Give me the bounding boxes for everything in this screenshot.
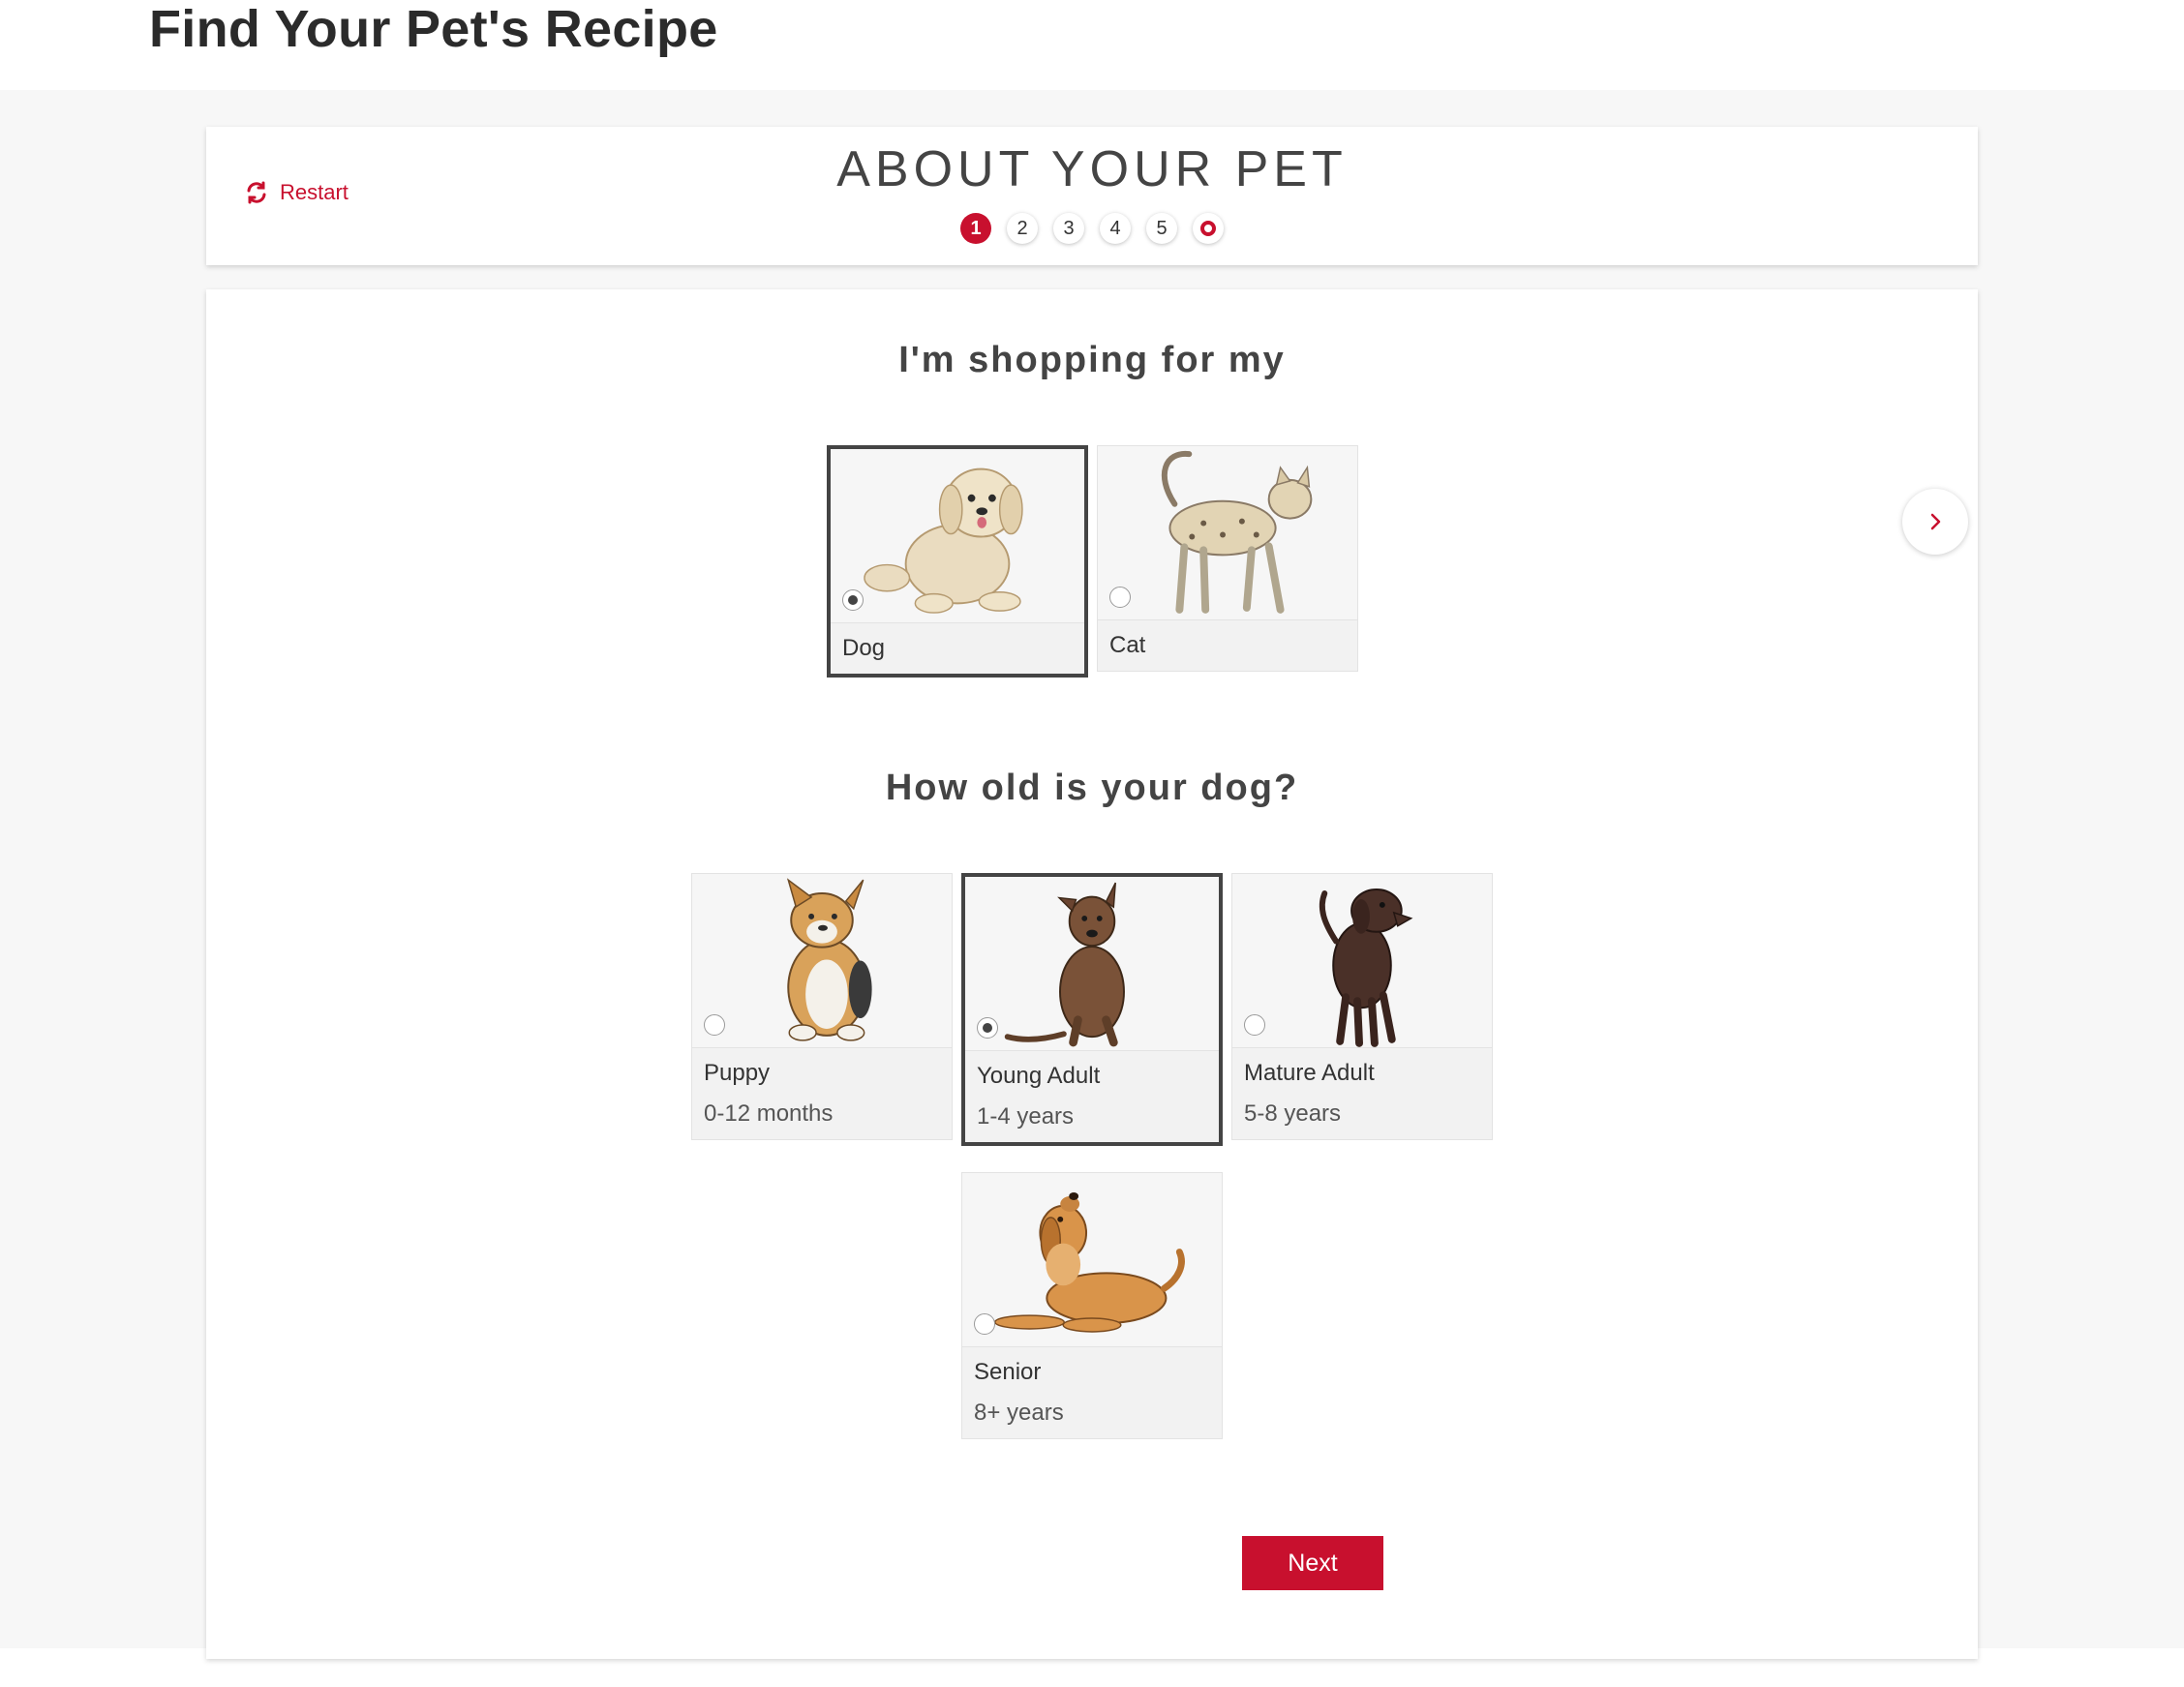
step-indicator: 1 2 3 4 5	[206, 213, 1978, 244]
age-option-puppy[interactable]: Puppy 0-12 months	[691, 873, 953, 1140]
step-1[interactable]: 1	[960, 213, 991, 244]
age-option-label: Mature Adult	[1244, 1060, 1375, 1086]
age-radio-puppy[interactable]	[704, 1014, 725, 1036]
mature-adult-illustration-icon	[1319, 889, 1413, 1047]
page-title: Find Your Pet's Recipe	[149, 0, 718, 58]
carousel-next-button[interactable]	[1902, 489, 1968, 555]
step-5[interactable]: 5	[1146, 213, 1177, 244]
next-button[interactable]: Next	[1242, 1536, 1383, 1590]
puppy-image	[692, 874, 952, 1048]
step-title: ABOUT YOUR PET	[836, 141, 1348, 197]
mature-adult-image	[1232, 874, 1492, 1048]
page-header: Find Your Pet's Recipe	[0, 0, 2184, 90]
pet-question-title: I'm shopping for my	[898, 340, 1286, 380]
age-option-label: Puppy	[704, 1060, 771, 1086]
age-option-label: Young Adult	[977, 1063, 1101, 1089]
age-question-title: How old is your dog?	[885, 768, 1299, 808]
senior-illustration-icon	[994, 1192, 1185, 1333]
age-option-range: 1-4 years	[977, 1103, 1075, 1130]
final-step-ring-icon	[1200, 221, 1216, 236]
young-adult-illustration-icon	[1004, 882, 1125, 1047]
chevron-right-icon	[1930, 513, 1941, 530]
puppy-illustration-icon	[786, 878, 872, 1041]
age-radio-senior[interactable]	[974, 1313, 995, 1335]
age-option-label: Senior	[974, 1359, 1042, 1385]
age-option-range: 8+ years	[974, 1400, 1064, 1426]
step-final[interactable]	[1193, 213, 1224, 244]
step-2[interactable]: 2	[1007, 213, 1038, 244]
age-option-young-adult[interactable]: Young Adult 1-4 years	[961, 873, 1223, 1146]
pet-option-label: Dog	[842, 635, 886, 661]
stepper-card: Restart ABOUT YOUR PET 1 2 3 4 5	[206, 127, 1978, 265]
pet-option-dog[interactable]: Dog	[827, 445, 1088, 678]
question-card: I'm shopping for my Dog Cat How old is y…	[206, 289, 1978, 1659]
age-option-senior[interactable]: Senior 8+ years	[961, 1172, 1223, 1439]
pet-radio-dog[interactable]	[842, 589, 864, 611]
pet-option-label: Cat	[1109, 632, 1146, 658]
dog-illustration-icon	[864, 467, 1023, 614]
cat-image	[1098, 446, 1357, 620]
age-option-range: 0-12 months	[704, 1100, 834, 1127]
young-adult-image	[965, 877, 1219, 1051]
senior-image	[962, 1173, 1222, 1347]
dog-image	[831, 449, 1084, 623]
pet-option-cat[interactable]: Cat	[1097, 445, 1358, 672]
step-4[interactable]: 4	[1100, 213, 1131, 244]
step-3[interactable]: 3	[1053, 213, 1084, 244]
cat-illustration-icon	[1161, 451, 1313, 614]
age-radio-mature-adult[interactable]	[1244, 1014, 1265, 1036]
age-option-mature-adult[interactable]: Mature Adult 5-8 years	[1231, 873, 1493, 1140]
pet-radio-cat[interactable]	[1109, 587, 1131, 608]
age-option-range: 5-8 years	[1244, 1100, 1342, 1127]
age-radio-young-adult[interactable]	[977, 1017, 998, 1039]
